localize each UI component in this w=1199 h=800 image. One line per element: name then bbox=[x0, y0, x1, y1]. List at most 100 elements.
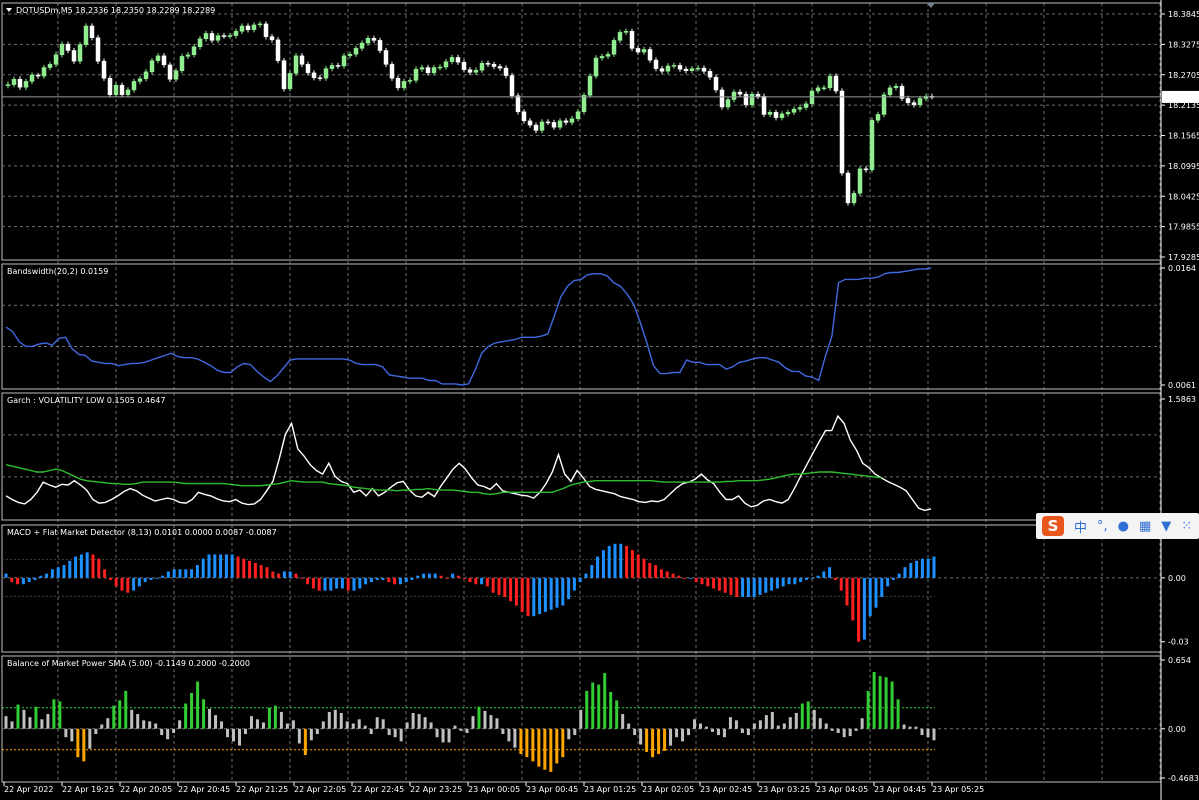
macd-bar bbox=[665, 571, 669, 578]
macd-bar bbox=[393, 577, 397, 585]
y-tick-label: 18.2705 bbox=[1168, 71, 1199, 80]
bmp-bar bbox=[477, 706, 481, 729]
candle-bear bbox=[863, 168, 869, 171]
bmp-bar bbox=[243, 728, 247, 735]
candle-bear bbox=[335, 65, 341, 67]
macd-bar bbox=[851, 577, 855, 621]
candle-bear bbox=[701, 67, 707, 72]
bmp-bar bbox=[531, 728, 535, 762]
bmp-bar bbox=[429, 722, 433, 729]
ime-punctuation-toggle[interactable]: °, bbox=[1097, 519, 1108, 534]
y-tick-label: 0.00 bbox=[1168, 574, 1186, 583]
candle-bull bbox=[203, 33, 209, 40]
candle-bull bbox=[341, 55, 347, 67]
candle-bear bbox=[683, 68, 689, 72]
candle-bull bbox=[893, 85, 899, 89]
macd-bar bbox=[828, 567, 832, 578]
macd-bar bbox=[369, 577, 373, 583]
macd-bar bbox=[91, 554, 95, 578]
ime-language-toggle[interactable]: 中 bbox=[1074, 517, 1087, 536]
macd-bar bbox=[787, 577, 791, 585]
macd-bar bbox=[439, 575, 443, 578]
bmp-bar bbox=[573, 728, 577, 736]
trading-chart[interactable]: 18.384518.327518.270518.213518.156518.09… bbox=[0, 0, 1199, 800]
macd-bar bbox=[166, 571, 170, 578]
macd-bar bbox=[364, 577, 368, 585]
bmp-bar bbox=[633, 728, 637, 736]
candle-bear bbox=[17, 79, 23, 88]
candle-bear bbox=[275, 39, 281, 61]
bmp-bar bbox=[285, 723, 289, 729]
bmp-bar bbox=[184, 703, 188, 729]
candle-bull bbox=[77, 44, 83, 62]
bmp-bar bbox=[878, 676, 882, 729]
bmp-bar bbox=[273, 705, 277, 729]
bmp-bar bbox=[249, 716, 253, 729]
x-tick-label: 23 Apr 04:05 bbox=[816, 785, 868, 794]
macd-bar bbox=[10, 577, 14, 583]
candle-bull bbox=[191, 46, 197, 56]
macd-bar bbox=[398, 577, 402, 585]
macd-bar bbox=[329, 577, 333, 591]
bmp-bar bbox=[669, 728, 673, 746]
candle-bear bbox=[35, 74, 41, 77]
candle-bull bbox=[185, 54, 191, 57]
candle-bull bbox=[329, 65, 335, 69]
macd-bar bbox=[45, 573, 49, 578]
bmp-bar bbox=[339, 712, 343, 729]
candle-bear bbox=[647, 49, 653, 61]
x-tick-label: 22 Apr 19:25 bbox=[62, 785, 114, 794]
bmp-bar bbox=[848, 728, 852, 737]
ime-logo-icon[interactable]: S bbox=[1042, 516, 1064, 536]
candle-bear bbox=[467, 69, 473, 73]
candle-bull bbox=[695, 67, 701, 70]
macd-bar bbox=[741, 577, 745, 598]
macd-bar bbox=[630, 550, 634, 578]
candle-bear bbox=[455, 57, 461, 63]
candle-bull bbox=[797, 107, 803, 110]
mic-icon[interactable]: ● bbox=[1118, 519, 1129, 534]
x-tick-label: 23 Apr 00:05 bbox=[468, 785, 520, 794]
bmp-bar bbox=[202, 699, 206, 729]
bmp-bar bbox=[794, 712, 798, 729]
candle-bear bbox=[311, 72, 317, 78]
indicator-title: MACD + Flat Market Detector (8,13) 0.010… bbox=[7, 528, 277, 537]
macd-bar bbox=[926, 558, 930, 578]
macd-bar bbox=[126, 577, 130, 593]
bmp-bar bbox=[399, 728, 403, 742]
macd-bar bbox=[445, 577, 449, 579]
bmp-bar bbox=[130, 709, 134, 729]
macd-bar bbox=[816, 575, 820, 578]
candle-bull bbox=[365, 37, 371, 44]
bmp-bar bbox=[435, 728, 439, 738]
bmp-bar bbox=[148, 721, 152, 729]
macd-bar bbox=[311, 577, 315, 589]
macd-bar bbox=[306, 577, 310, 585]
shirt-icon[interactable]: ▼ bbox=[1161, 519, 1171, 534]
macd-bar bbox=[207, 554, 211, 578]
y-tick-label: 0.0061 bbox=[1168, 381, 1196, 390]
bmp-bar bbox=[88, 728, 92, 749]
macd-bar bbox=[155, 577, 159, 579]
keyboard-icon[interactable]: ▦ bbox=[1139, 519, 1151, 534]
candle-bull bbox=[917, 98, 923, 106]
macd-bar bbox=[886, 577, 890, 587]
candle-bull bbox=[749, 93, 755, 106]
ime-toolbar[interactable]: S 中 °, ● ▦ ▼ ⁙ bbox=[1036, 513, 1199, 539]
x-tick-label: 23 Apr 03:25 bbox=[758, 785, 810, 794]
bmp-bar bbox=[501, 728, 505, 735]
macd-bar bbox=[184, 569, 188, 578]
candle-bear bbox=[299, 55, 305, 65]
macd-bar bbox=[288, 571, 292, 578]
x-tick-label: 23 Apr 04:45 bbox=[874, 785, 926, 794]
macd-bar bbox=[422, 573, 426, 578]
y-tick-label: 17.9855 bbox=[1168, 223, 1199, 232]
macd-bar bbox=[857, 577, 861, 642]
x-tick-label: 22 Apr 20:45 bbox=[178, 785, 230, 794]
macd-bar bbox=[770, 577, 774, 591]
macd-bar bbox=[352, 577, 356, 591]
candle-bull bbox=[257, 23, 263, 26]
macd-bar bbox=[224, 554, 228, 578]
grid-icon[interactable]: ⁙ bbox=[1181, 519, 1192, 534]
y-tick-label: 1.5863 bbox=[1168, 395, 1196, 404]
